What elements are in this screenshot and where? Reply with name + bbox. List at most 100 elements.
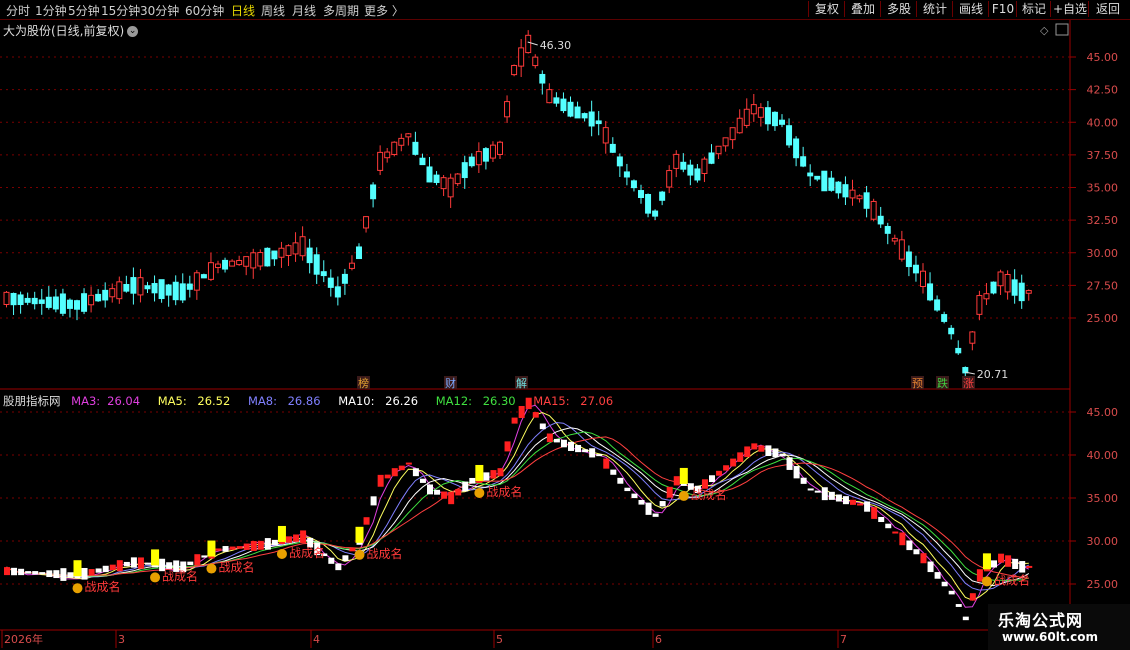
candle-body xyxy=(581,113,588,119)
candle-body xyxy=(609,143,616,153)
candle-body xyxy=(24,297,31,303)
indicator-bar xyxy=(229,546,236,550)
indicator-bar xyxy=(1012,558,1019,569)
indicator-bar xyxy=(427,484,433,495)
candle-body xyxy=(771,111,778,127)
indicator-bar xyxy=(130,557,137,568)
indicator-bar xyxy=(116,560,123,572)
indicator-bar xyxy=(842,496,849,505)
indicator-bar xyxy=(828,491,835,500)
signal-dot xyxy=(354,549,365,560)
indicator-bar xyxy=(666,486,673,498)
candle-body xyxy=(461,162,468,179)
candle-body xyxy=(750,104,757,115)
candle-body xyxy=(172,281,179,301)
kline-chart[interactable]: 45.00 42.50 40.00 37.50 35.00 32.50 30.00 27.50… xyxy=(0,0,1130,650)
indicator-bar xyxy=(1026,565,1033,568)
indicator-bar xyxy=(730,458,737,467)
indicator-bar xyxy=(850,499,856,505)
candle-body xyxy=(215,263,221,269)
candle-body xyxy=(807,172,814,177)
candle-body xyxy=(299,236,306,257)
indicator-bar xyxy=(652,513,659,517)
indicator-bar xyxy=(638,500,645,505)
indicator-bar xyxy=(673,476,680,486)
signal-label: 战成名 xyxy=(162,568,198,583)
indicator-bar xyxy=(885,523,892,529)
indicator-bar xyxy=(504,441,511,452)
signal-bar xyxy=(475,464,484,481)
indicator-bar xyxy=(610,469,617,475)
indicator-bar xyxy=(363,517,370,525)
candle-body xyxy=(912,264,919,274)
candle-body xyxy=(158,279,165,300)
indicator-bar xyxy=(497,468,504,477)
indicator-bar xyxy=(166,562,173,569)
chevron-down-icon[interactable]: ⌄ xyxy=(127,26,139,37)
event-marker: 财 xyxy=(445,376,456,390)
indicator-bar xyxy=(483,472,490,481)
main-panel-title: 大为股份(日线,前复权) ⌄ xyxy=(3,22,139,39)
candle-body xyxy=(356,246,362,260)
candle-body xyxy=(764,107,771,125)
candle-body xyxy=(257,252,264,267)
signal-bar xyxy=(982,553,991,570)
candle-body xyxy=(539,73,546,84)
indicator-bar xyxy=(123,561,130,567)
candle-body xyxy=(144,285,151,290)
candle-body xyxy=(1004,273,1011,293)
indicator-bar xyxy=(194,554,201,566)
signal-dot xyxy=(150,572,161,583)
candle-body xyxy=(793,138,800,159)
signal-label: 战成名 xyxy=(289,545,325,560)
signal-dot xyxy=(474,487,485,498)
candle-body xyxy=(595,120,602,125)
indicator-tick-label: 35.00 xyxy=(1087,492,1119,505)
candle-body xyxy=(489,144,496,159)
candle-body xyxy=(116,281,123,300)
candle-body xyxy=(193,272,200,291)
candle-body xyxy=(870,200,877,220)
indicator-bar xyxy=(758,445,765,452)
price-tick-label: 45.00 xyxy=(1087,51,1119,64)
indicator-name[interactable]: 股朋指标网 xyxy=(3,394,61,408)
candle-body xyxy=(440,177,447,190)
candle-body xyxy=(398,137,405,146)
indicator-bar xyxy=(286,536,292,543)
candle-body xyxy=(574,106,581,119)
candle-body xyxy=(708,152,715,164)
candle-body xyxy=(955,347,962,354)
candle-body xyxy=(722,137,729,147)
candle-body xyxy=(1025,290,1032,294)
candle-body xyxy=(659,191,666,201)
low-price-label: 20.71 xyxy=(977,368,1009,381)
watermark-logo: 乐淘公式网 www.60lt.com xyxy=(988,604,1130,650)
candle-body xyxy=(814,175,821,180)
candle-body xyxy=(17,294,24,306)
ma12-value: MA12: 26.30 xyxy=(435,394,516,408)
candle-body xyxy=(997,271,1004,287)
candle-body xyxy=(405,133,412,138)
candle-body xyxy=(983,293,990,300)
signal-bar xyxy=(73,560,82,577)
ma3-value: MA3: 26.04 xyxy=(71,394,141,408)
candle-body xyxy=(1011,279,1018,296)
candle-body xyxy=(165,284,172,296)
indicator-bar xyxy=(969,593,976,601)
price-tick-label: 35.00 xyxy=(1087,182,1119,195)
indicator-bar xyxy=(617,477,624,484)
candle-body xyxy=(229,260,236,267)
candle-body xyxy=(680,161,687,170)
candle-body xyxy=(74,300,80,310)
candle-body xyxy=(518,47,525,67)
event-marker: 跌 xyxy=(937,376,948,390)
indicator-bar xyxy=(236,546,243,549)
indicator-bar xyxy=(786,457,793,470)
indicator-bar xyxy=(434,489,441,495)
signal-bar xyxy=(679,467,688,484)
candle-body xyxy=(250,252,257,269)
signal-dot xyxy=(72,583,83,594)
candle-body xyxy=(757,107,764,118)
indicator-bar xyxy=(384,474,391,479)
event-marker: 榜 xyxy=(358,376,369,390)
